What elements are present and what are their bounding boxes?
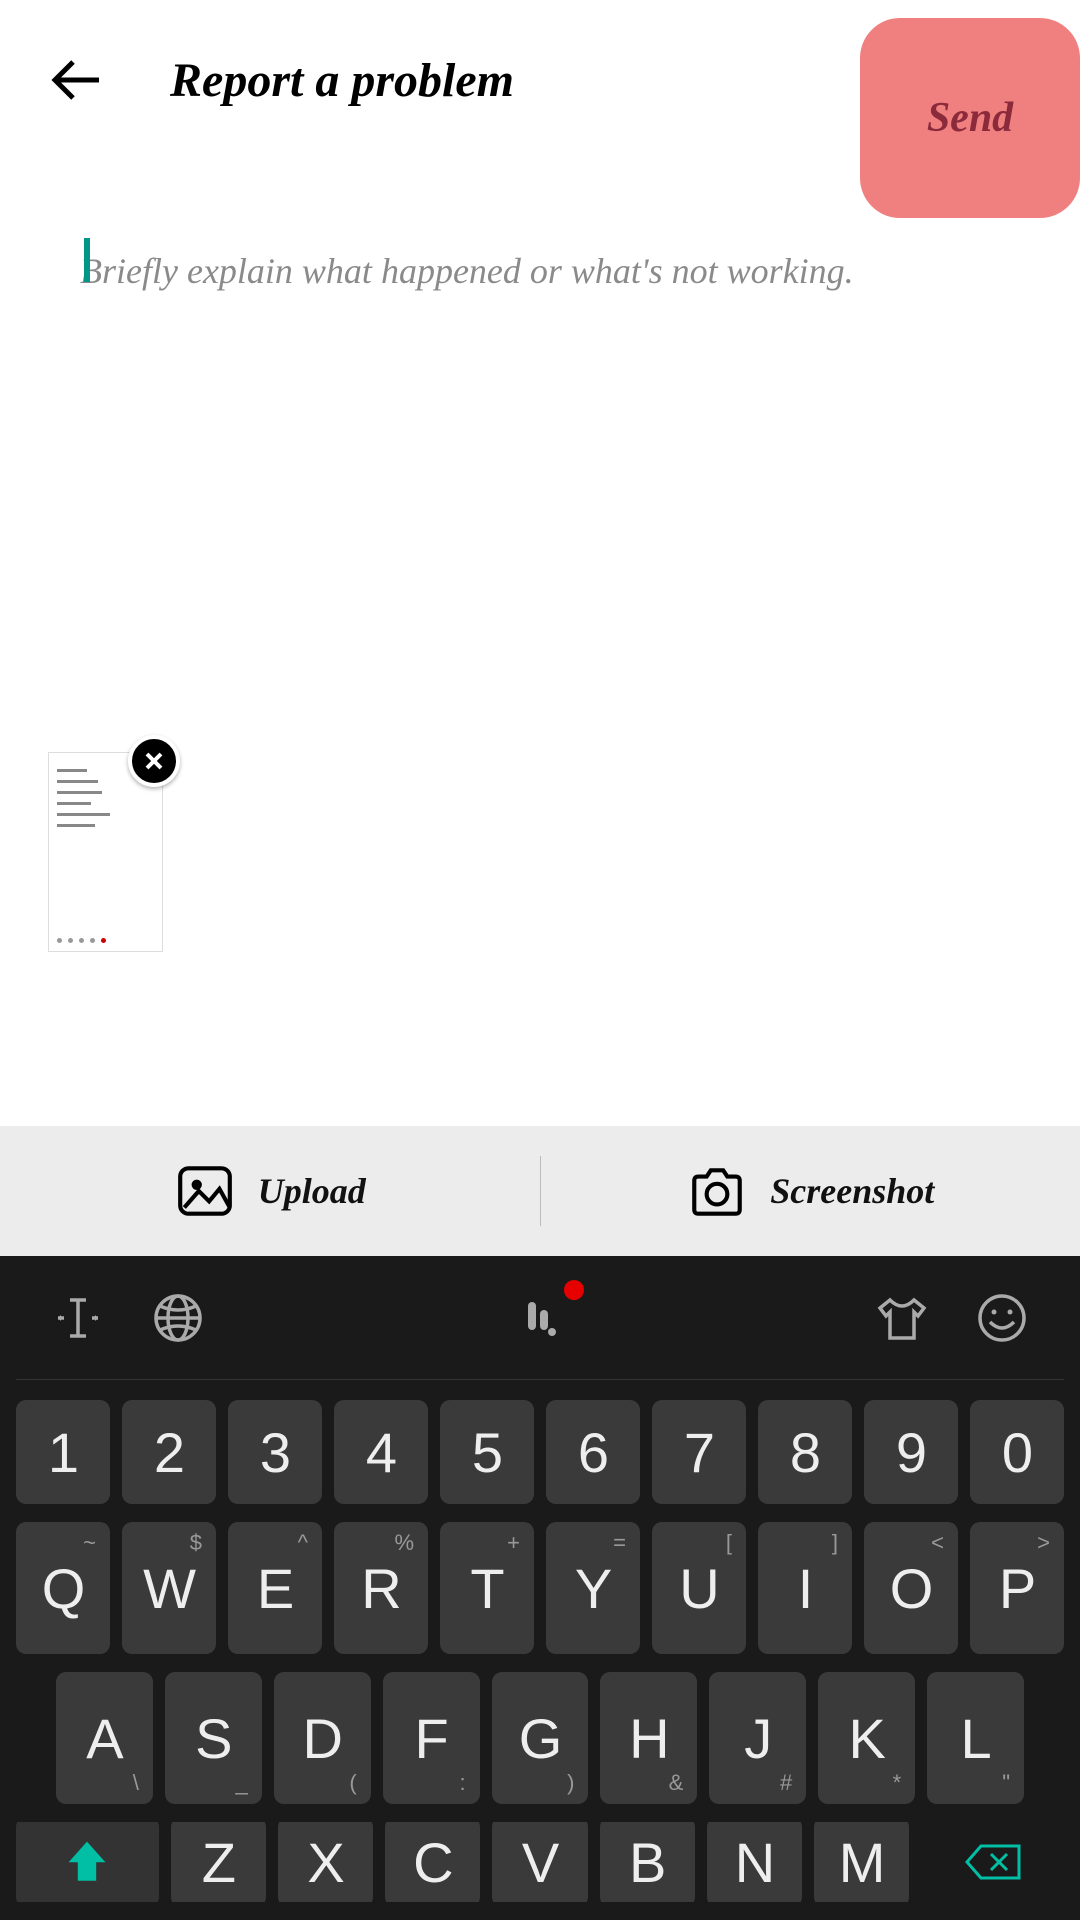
- upload-button[interactable]: Upload: [0, 1160, 540, 1222]
- smiley-icon: [976, 1292, 1028, 1344]
- backspace-icon: [963, 1842, 1023, 1882]
- language-tool[interactable]: [148, 1288, 208, 1348]
- key-p[interactable]: >P: [970, 1522, 1064, 1654]
- key-3[interactable]: 3: [228, 1400, 322, 1504]
- key-j[interactable]: J#: [709, 1672, 806, 1804]
- arrow-left-icon: [45, 50, 105, 110]
- key-7[interactable]: 7: [652, 1400, 746, 1504]
- remove-attachment-button[interactable]: [128, 735, 180, 787]
- problem-textarea[interactable]: Briefly explain what happened or what's …: [0, 160, 1080, 312]
- thumbnail-nav-dots: [57, 938, 106, 943]
- key-5[interactable]: 5: [440, 1400, 534, 1504]
- globe-icon: [152, 1292, 204, 1344]
- key-i[interactable]: ]I: [758, 1522, 852, 1654]
- key-g[interactable]: G): [492, 1672, 589, 1804]
- key-k[interactable]: K*: [818, 1672, 915, 1804]
- key-v[interactable]: V: [492, 1822, 587, 1902]
- key-0[interactable]: 0: [970, 1400, 1064, 1504]
- key-6[interactable]: 6: [546, 1400, 640, 1504]
- key-q[interactable]: ~Q: [16, 1522, 110, 1654]
- key-9[interactable]: 9: [864, 1400, 958, 1504]
- key-w[interactable]: $W: [122, 1522, 216, 1654]
- key-c[interactable]: C: [385, 1822, 480, 1902]
- attachment-thumbnail[interactable]: [48, 752, 163, 952]
- notification-dot: [564, 1280, 584, 1300]
- key-l[interactable]: L": [927, 1672, 1024, 1804]
- key-x[interactable]: X: [278, 1822, 373, 1902]
- key-r[interactable]: %R: [334, 1522, 428, 1654]
- tshirt-icon: [876, 1292, 928, 1344]
- upload-label: Upload: [258, 1170, 366, 1212]
- key-b[interactable]: B: [600, 1822, 695, 1902]
- key-y[interactable]: =Y: [546, 1522, 640, 1654]
- key-1[interactable]: 1: [16, 1400, 110, 1504]
- text-select-tool[interactable]: [48, 1288, 108, 1348]
- key-8[interactable]: 8: [758, 1400, 852, 1504]
- close-icon: [144, 751, 164, 771]
- thumbnail-content: [57, 769, 132, 835]
- key-f[interactable]: F:: [383, 1672, 480, 1804]
- key-e[interactable]: ^E: [228, 1522, 322, 1654]
- key-d[interactable]: D(: [274, 1672, 371, 1804]
- key-s[interactable]: S_: [165, 1672, 262, 1804]
- textarea-placeholder: Briefly explain what happened or what's …: [80, 250, 1000, 292]
- backspace-key[interactable]: [921, 1822, 1064, 1902]
- voice-input-tool[interactable]: [510, 1288, 570, 1348]
- text-select-icon: [52, 1292, 104, 1344]
- key-m[interactable]: M: [814, 1822, 909, 1902]
- key-2[interactable]: 2: [122, 1400, 216, 1504]
- text-cursor: [84, 238, 90, 282]
- key-n[interactable]: N: [707, 1822, 802, 1902]
- key-a[interactable]: A\: [56, 1672, 153, 1804]
- emoji-tool[interactable]: [972, 1288, 1032, 1348]
- key-4[interactable]: 4: [334, 1400, 428, 1504]
- touchpal-icon: [514, 1292, 566, 1344]
- camera-icon: [686, 1160, 748, 1222]
- screenshot-label: Screenshot: [770, 1170, 934, 1212]
- key-o[interactable]: <O: [864, 1522, 958, 1654]
- key-t[interactable]: +T: [440, 1522, 534, 1654]
- image-icon: [174, 1160, 236, 1222]
- theme-tool[interactable]: [872, 1288, 932, 1348]
- back-button[interactable]: [40, 45, 110, 115]
- page-title: Report a problem: [170, 53, 514, 108]
- shift-key[interactable]: [16, 1822, 159, 1902]
- key-z[interactable]: Z: [171, 1822, 266, 1902]
- virtual-keyboard: 1234567890 ~Q$W^E%R+T=Y[U]I<O>P A\S_D(F:…: [0, 1256, 1080, 1920]
- key-h[interactable]: H&: [600, 1672, 697, 1804]
- key-u[interactable]: [U: [652, 1522, 746, 1654]
- screenshot-button[interactable]: Screenshot: [541, 1160, 1080, 1222]
- shift-icon: [64, 1837, 110, 1888]
